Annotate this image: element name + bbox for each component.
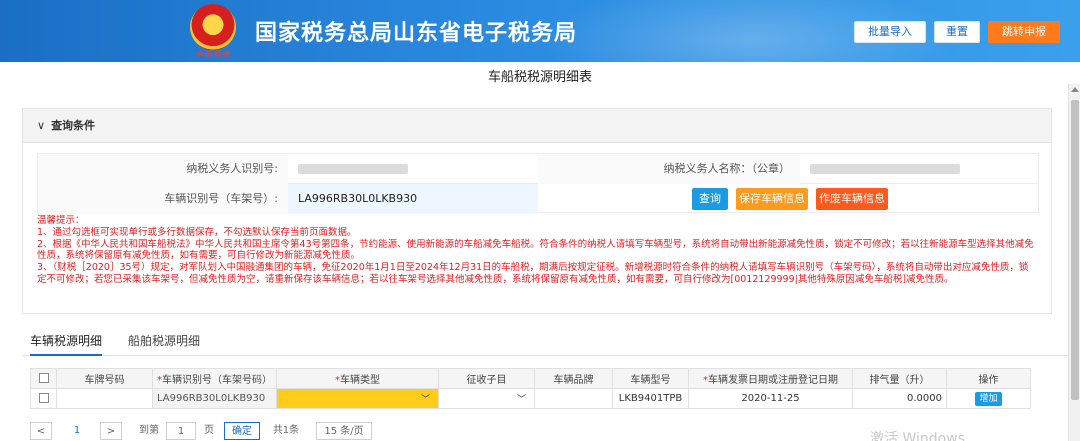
next-page-button[interactable]: > <box>100 422 122 440</box>
site-title: 国家税务总局山东省电子税务局 <box>255 21 578 46</box>
total-count: 共1条 <box>272 425 300 436</box>
vehicle-table: 车牌号码 *车辆识别号（车架号码） *车辆类型 征收子目 车辆品牌 车辆型号 *… <box>30 368 1031 409</box>
emblem-caption: 中国税务 <box>195 50 231 59</box>
header-model: 车辆型号 <box>612 368 689 389</box>
scroll-up-icon[interactable] <box>1071 87 1079 92</box>
add-row-button[interactable]: 增加 <box>975 391 1002 406</box>
tax-emblem-icon <box>190 4 236 50</box>
query-form: 纳税义务人识别号: 纳税义务人名称：（公章） 车辆识别号（车架号）: LA996… <box>37 153 1039 214</box>
tip-line-3: 3、（财税［2020］35号）规定，对军队划入中国融通集团的车辆，免征2020年… <box>37 262 1029 285</box>
vin-input[interactable]: LA996RB30L0LKB930 <box>288 184 538 214</box>
query-panel-header[interactable]: ∨ 查询条件 <box>23 109 1051 143</box>
void-vehicle-button[interactable]: 作废车辆信息 <box>816 188 888 210</box>
row-select-cell <box>30 388 57 409</box>
chevron-down-icon[interactable]: ∨ <box>37 109 45 143</box>
vin-cell: LA996RB30L0LKB930 <box>152 388 277 409</box>
tab-vessel-sources[interactable]: 船舶税源明细 <box>128 326 200 356</box>
query-panel: ∨ 查询条件 纳税义务人识别号: 纳税义务人名称：（公章） 车辆识别号（车架号）:… <box>22 108 1052 314</box>
header-brand: 车辆品牌 <box>534 368 613 389</box>
goto-label: 到第 <box>139 425 159 436</box>
header-vehicle-type: *车辆类型 <box>276 368 439 389</box>
tab-bar: 车辆税源明细 船舶税源明细 <box>22 326 1068 356</box>
form-row-vin: 车辆识别号（车架号）: LA996RB30L0LKB930 查询 保存车辆信息 … <box>38 184 1038 214</box>
select-all-cell <box>30 368 57 389</box>
tips-title: 温馨提示： <box>37 215 85 226</box>
taxpayer-id-label: 纳税义务人识别号: <box>38 154 288 184</box>
page-size-select[interactable]: 15 条/页 <box>316 422 372 440</box>
confirm-page-button[interactable]: 确定 <box>224 422 260 440</box>
windows-activation-watermark: 激活 Windows <box>870 431 965 441</box>
page-unit-label: 页 <box>204 425 214 436</box>
header-displacement: 排气量（升） <box>852 368 947 389</box>
goto-page-input[interactable]: 1 <box>166 422 196 440</box>
table-row: LA996RB30L0LKB930 ﹀ ﹀ LKB9401TPB 2020-11… <box>30 388 1031 409</box>
page-number[interactable]: 1 <box>70 422 84 440</box>
prev-page-button[interactable]: < <box>30 422 52 440</box>
plate-cell[interactable] <box>56 388 153 409</box>
batch-import-button[interactable]: 批量导入 <box>854 21 926 43</box>
query-section-title: 查询条件 <box>51 119 96 132</box>
masked-taxpayer-name <box>810 164 960 174</box>
header-sub-item: 征收子目 <box>438 368 535 389</box>
chevron-down-icon: ﹀ <box>420 395 430 405</box>
row-checkbox[interactable] <box>38 393 49 403</box>
save-vehicle-button[interactable]: 保存车辆信息 <box>736 188 808 210</box>
page-title: 车船税税源明细表 <box>487 70 592 85</box>
site-header: 中国税务 国家税务总局山东省电子税务局 批量导入 重置 跳转申报 <box>0 0 1080 62</box>
tip-line-1: 1、通过勾选框可实现单行或多行数据保存，不勾选默认保存当前页面数据。 <box>37 226 357 238</box>
sub-item-select[interactable]: ﹀ <box>438 388 535 409</box>
tab-vehicle-sources[interactable]: 车辆税源明细 <box>30 326 103 356</box>
header-vin: *车辆识别号（车架号码） <box>152 368 277 389</box>
taxpayer-name-label: 纳税义务人名称：（公章） <box>538 154 800 184</box>
table-header-row: 车牌号码 *车辆识别号（车架号码） *车辆类型 征收子目 车辆品牌 车辆型号 *… <box>30 368 1031 389</box>
date-cell[interactable]: 2020-11-25 <box>688 388 853 409</box>
tips-box: 温馨提示： 1、通过勾选框可实现单行或多行数据保存，不勾选默认保存当前页面数据。… <box>37 213 1039 309</box>
query-button[interactable]: 查询 <box>692 188 728 210</box>
displacement-cell[interactable]: 0.0000 <box>852 388 947 409</box>
header-action: 操作 <box>946 368 1031 389</box>
masked-taxpayer-id <box>298 164 408 174</box>
vehicle-table-wrap: 车牌号码 *车辆识别号（车架号码） *车辆类型 征收子目 车辆品牌 车辆型号 *… <box>30 368 1060 410</box>
header-date: *车辆发票日期或注册登记日期 <box>688 368 853 389</box>
chevron-down-icon: ﹀ <box>516 395 526 405</box>
pagination: < 1 > 到第 1 页 确定 共1条 15 条/页 <box>30 420 630 441</box>
vehicle-type-select[interactable]: ﹀ <box>276 388 439 409</box>
brand-cell[interactable] <box>534 388 613 409</box>
redirect-declare-button[interactable]: 跳转申报 <box>988 21 1060 43</box>
taxpayer-name-value <box>800 154 1038 184</box>
tip-line-2: 2、根据《中华人民共和国车船税法》中华人民共和国主席令第43号第四条，节约能源、… <box>37 238 1034 262</box>
reset-button[interactable]: 重置 <box>934 21 980 43</box>
taxpayer-id-value <box>288 154 538 184</box>
form-row-taxpayer: 纳税义务人识别号: 纳税义务人名称：（公章） <box>38 154 1038 184</box>
vin-label: 车辆识别号（车架号）: <box>38 184 288 214</box>
select-all-checkbox[interactable] <box>38 373 49 383</box>
scrollbar-thumb[interactable] <box>1071 100 1079 400</box>
model-cell[interactable]: LKB9401TPB <box>612 388 689 409</box>
vertical-scrollbar[interactable] <box>1068 84 1080 441</box>
action-cell: 增加 <box>946 388 1031 409</box>
header-plate: 车牌号码 <box>56 368 153 389</box>
